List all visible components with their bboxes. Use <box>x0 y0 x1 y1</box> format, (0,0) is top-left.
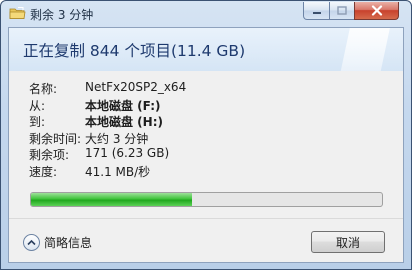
minimize-icon <box>312 11 321 14</box>
detail-value: NetFx20SP2_x64 <box>85 80 187 94</box>
copy-progress-bar <box>30 192 383 207</box>
copy-status-title: 正在复制 844 个项目(11.4 GB) <box>23 42 246 60</box>
window-title: 剩余 3 分钟 <box>30 8 94 22</box>
detail-value: 41.1 MB/秒 <box>85 164 151 179</box>
detail-value: 大约 3 分钟 <box>85 131 149 146</box>
detail-row: 名称: NetFx20SP2_x64 <box>29 80 389 96</box>
detail-row: 剩余项: 171 (6.23 GB) <box>29 146 389 162</box>
copy-details: 名称: NetFx20SP2_x64 从: 本地磁盘 (F:) 到: 本地磁盘 (H:) 剩… <box>29 80 389 179</box>
detail-value: 本地磁盘 (F:) <box>85 98 161 113</box>
detail-row: 从: 本地磁盘 (F:) <box>29 97 389 113</box>
title-bar[interactable]: 剩余 3 分钟 <box>1 1 411 27</box>
progress-fill <box>31 193 193 206</box>
minimize-button[interactable] <box>303 2 330 20</box>
detail-label: 剩余时间: <box>29 131 82 146</box>
detail-row: 到: 本地磁盘 (H:) <box>29 113 389 129</box>
copy-dialog-window: 剩余 3 分钟 正在复制 844 个项目(11.4 GB) 名称: NetFx20… <box>0 0 412 270</box>
detail-label: 速度: <box>29 164 58 179</box>
maximize-icon <box>337 6 347 15</box>
cancel-button[interactable]: 取消 <box>311 231 385 253</box>
detail-label: 从: <box>29 98 46 113</box>
folder-copy-icon <box>9 6 26 20</box>
maximize-button[interactable] <box>329 2 355 20</box>
fewer-details-label: 简略信息 <box>44 235 93 250</box>
header-decoration <box>339 28 391 71</box>
content-panel: 正在复制 844 个项目(11.4 GB) 名称: NetFx20SP2_x64 从… <box>8 27 404 263</box>
close-button[interactable] <box>354 2 399 20</box>
detail-label: 剩余项: <box>29 148 70 162</box>
detail-row: 剩余时间: 大约 3 分钟 <box>29 130 389 146</box>
copy-header: 正在复制 844 个项目(11.4 GB) <box>9 28 403 71</box>
detail-value: 本地磁盘 (H:) <box>85 115 163 129</box>
dialog-footer: 简略信息 取消 <box>9 219 403 262</box>
detail-label: 到: <box>29 115 46 129</box>
fewer-details-toggle[interactable]: 简略信息 <box>23 232 92 252</box>
detail-row: 速度: 41.1 MB/秒 <box>29 163 389 179</box>
close-icon <box>371 5 382 16</box>
detail-label: 名称: <box>29 82 58 96</box>
detail-value: 171 (6.23 GB) <box>85 146 170 160</box>
chevron-up-icon <box>23 233 40 251</box>
